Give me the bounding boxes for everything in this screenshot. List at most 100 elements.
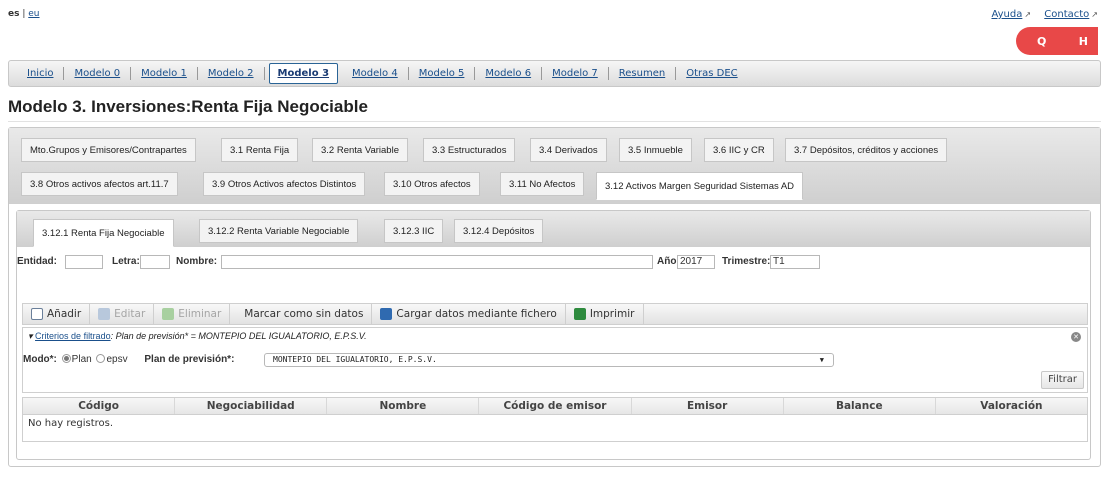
help-link[interactable]: Ayuda <box>991 9 1022 20</box>
outer-tab-panel: Mto.Grupos y Emisores/Contrapartes 3.1 R… <box>8 127 1101 467</box>
badge-left-letter: Q <box>1037 34 1047 48</box>
top-links: Ayuda ↗ Contacto ↗ <box>981 9 1098 20</box>
grid-header: Código Negociabilidad Nombre Código de e… <box>23 398 1087 415</box>
tab-3-4[interactable]: 3.4 Derivados <box>530 138 607 162</box>
add-button-label: Añadir <box>47 308 82 320</box>
anio-field[interactable]: 2017 <box>677 255 715 269</box>
tab-3-8[interactable]: 3.8 Otros activos afectos art.11.7 <box>21 172 178 196</box>
nav-modelo-0[interactable]: Modelo 0 <box>64 67 132 80</box>
nav-modelo-2[interactable]: Modelo 2 <box>198 67 265 80</box>
language-switcher: es | eu <box>8 9 40 19</box>
tab-3-1[interactable]: 3.1 Renta Fija <box>221 138 299 162</box>
lang-separator: | <box>22 9 26 19</box>
radio-epsv-label: epsv <box>106 354 128 365</box>
main-nav: Inicio Modelo 0 Modelo 1 Modelo 2 Modelo… <box>8 60 1101 87</box>
tab-3-12-4[interactable]: 3.12.4 Depósitos <box>454 219 544 243</box>
col-nombre[interactable]: Nombre <box>327 398 480 414</box>
col-emisor[interactable]: Emisor <box>632 398 784 414</box>
mark-no-data-label: Marcar como sin datos <box>244 308 364 320</box>
close-criteria-icon[interactable]: ✕ <box>1071 332 1081 342</box>
print-button[interactable]: Imprimir <box>566 304 644 324</box>
criteria-link[interactable]: Criterios de filtrado <box>35 331 111 341</box>
outer-tab-bar: Mto.Grupos y Emisores/Contrapartes 3.1 R… <box>9 128 1100 204</box>
nav-modelo-5[interactable]: Modelo 5 <box>409 67 476 80</box>
inner-tab-bar: 3.12.1 Renta Fija Negociable 3.12.2 Rent… <box>17 211 1090 247</box>
filter-button[interactable]: Filtrar <box>1041 371 1084 389</box>
edit-button[interactable]: Editar <box>90 304 155 324</box>
nav-modelo-7[interactable]: Modelo 7 <box>542 67 609 80</box>
tab-3-12[interactable]: 3.12 Activos Margen Seguridad Sistemas A… <box>596 172 804 200</box>
nav-modelo-6[interactable]: Modelo 6 <box>475 67 543 80</box>
upload-file-label: Cargar datos mediante fichero <box>396 308 557 320</box>
col-codigo-emisor[interactable]: Código de emisor <box>479 398 632 414</box>
tab-3-10[interactable]: 3.10 Otros afectos <box>384 172 480 196</box>
user-badge[interactable]: Q H <box>1016 27 1098 55</box>
col-valoracion[interactable]: Valoración <box>936 398 1087 414</box>
radio-plan[interactable] <box>61 354 71 363</box>
tab-3-3[interactable]: 3.3 Estructurados <box>423 138 516 162</box>
tab-3-5[interactable]: 3.5 Inmueble <box>619 138 692 162</box>
upload-file-button[interactable]: Cargar datos mediante fichero <box>372 304 566 324</box>
add-document-icon <box>31 308 43 320</box>
trimestre-label: Trimestre: <box>722 256 771 267</box>
action-toolbar: Añadir Editar Eliminar Marcar como sin d… <box>22 303 1088 325</box>
letra-field[interactable] <box>140 255 170 269</box>
trimestre-field[interactable]: T1 <box>770 255 820 269</box>
radio-epsv[interactable] <box>96 354 106 363</box>
col-balance[interactable]: Balance <box>784 398 936 414</box>
tab-3-12-2[interactable]: 3.12.2 Renta Variable Negociable <box>199 219 359 243</box>
letra-label: Letra: <box>112 256 140 267</box>
edit-button-label: Editar <box>114 308 146 320</box>
add-button[interactable]: Añadir <box>23 304 91 324</box>
tab-3-2[interactable]: 3.2 Renta Variable <box>312 138 408 162</box>
trash-icon <box>162 308 175 320</box>
modo-label: Modo*: <box>23 354 57 365</box>
edit-pencil-icon <box>98 308 111 320</box>
filter-criteria-panel: ▾ Criterios de filtrado: Plan de previsi… <box>22 327 1088 393</box>
nav-modelo-1[interactable]: Modelo 1 <box>131 67 198 80</box>
nav-otras-dec[interactable]: Otras DEC <box>676 67 747 80</box>
tab-3-12-1[interactable]: 3.12.1 Renta Fija Negociable <box>33 219 174 247</box>
col-negociabilidad[interactable]: Negociabilidad <box>175 398 328 414</box>
criteria-text: : Plan de previsión* = MONTEPIO DEL IGUA… <box>110 331 367 341</box>
badge-right-letter: H <box>1078 34 1088 48</box>
mark-no-data-button[interactable]: Marcar como sin datos <box>230 304 373 324</box>
entidad-label: Entidad: <box>17 256 57 267</box>
nav-resumen[interactable]: Resumen <box>609 67 677 80</box>
criteria-summary: ▾ Criterios de filtrado: Plan de previsi… <box>28 331 367 342</box>
tab-3-11[interactable]: 3.11 No Afectos <box>500 172 585 196</box>
grid-empty-message: No hay registros. <box>28 418 114 429</box>
nav-inicio[interactable]: Inicio <box>17 67 65 80</box>
chevron-down-icon: ▼ <box>819 356 824 364</box>
nav-modelo-3[interactable]: Modelo 3 <box>268 63 339 84</box>
tab-3-7[interactable]: 3.7 Depósitos, créditos y acciones <box>785 138 948 162</box>
lang-current: es <box>8 9 20 19</box>
plan-label: Plan de previsión*: <box>144 354 235 365</box>
print-button-label: Imprimir <box>589 308 635 320</box>
external-link-icon: ↗ <box>1091 10 1098 19</box>
delete-button-label: Eliminar <box>178 308 222 320</box>
entidad-field[interactable] <box>65 255 103 269</box>
excel-icon <box>573 308 586 320</box>
nombre-label: Nombre: <box>176 256 218 267</box>
criteria-toggle-icon[interactable]: ▾ <box>28 331 33 341</box>
col-codigo[interactable]: Código <box>23 398 176 414</box>
external-link-icon: ↗ <box>1024 10 1032 19</box>
plan-select[interactable]: MONTEPIO DEL IGUALATORIO, E.P.S.V. ▼ <box>264 353 834 367</box>
contact-link[interactable]: Contacto <box>1044 9 1089 20</box>
tab-3-9[interactable]: 3.9 Otros Activos afectos Distintos <box>203 172 366 196</box>
nombre-field[interactable] <box>221 255 653 269</box>
page-title: Modelo 3. Inversiones:Renta Fija Negocia… <box>8 97 368 116</box>
inner-tab-panel: 3.12.1 Renta Fija Negociable 3.12.2 Rent… <box>16 210 1091 460</box>
nav-modelo-4[interactable]: Modelo 4 <box>342 67 409 80</box>
modo-row: Modo*: Plan epsv Plan de previsión*: <box>23 354 234 365</box>
plan-select-value: MONTEPIO DEL IGUALATORIO, E.P.S.V. <box>273 355 437 364</box>
tab-3-12-3[interactable]: 3.12.3 IIC <box>384 219 444 243</box>
delete-button[interactable]: Eliminar <box>154 304 231 324</box>
title-divider <box>8 121 1101 122</box>
tab-mto-grupos[interactable]: Mto.Grupos y Emisores/Contrapartes <box>21 138 196 162</box>
tab-3-6[interactable]: 3.6 IIC y CR <box>704 138 774 162</box>
lang-eu-link[interactable]: eu <box>28 9 39 19</box>
results-grid: Código Negociabilidad Nombre Código de e… <box>22 397 1088 442</box>
radio-plan-label: Plan <box>71 354 92 365</box>
